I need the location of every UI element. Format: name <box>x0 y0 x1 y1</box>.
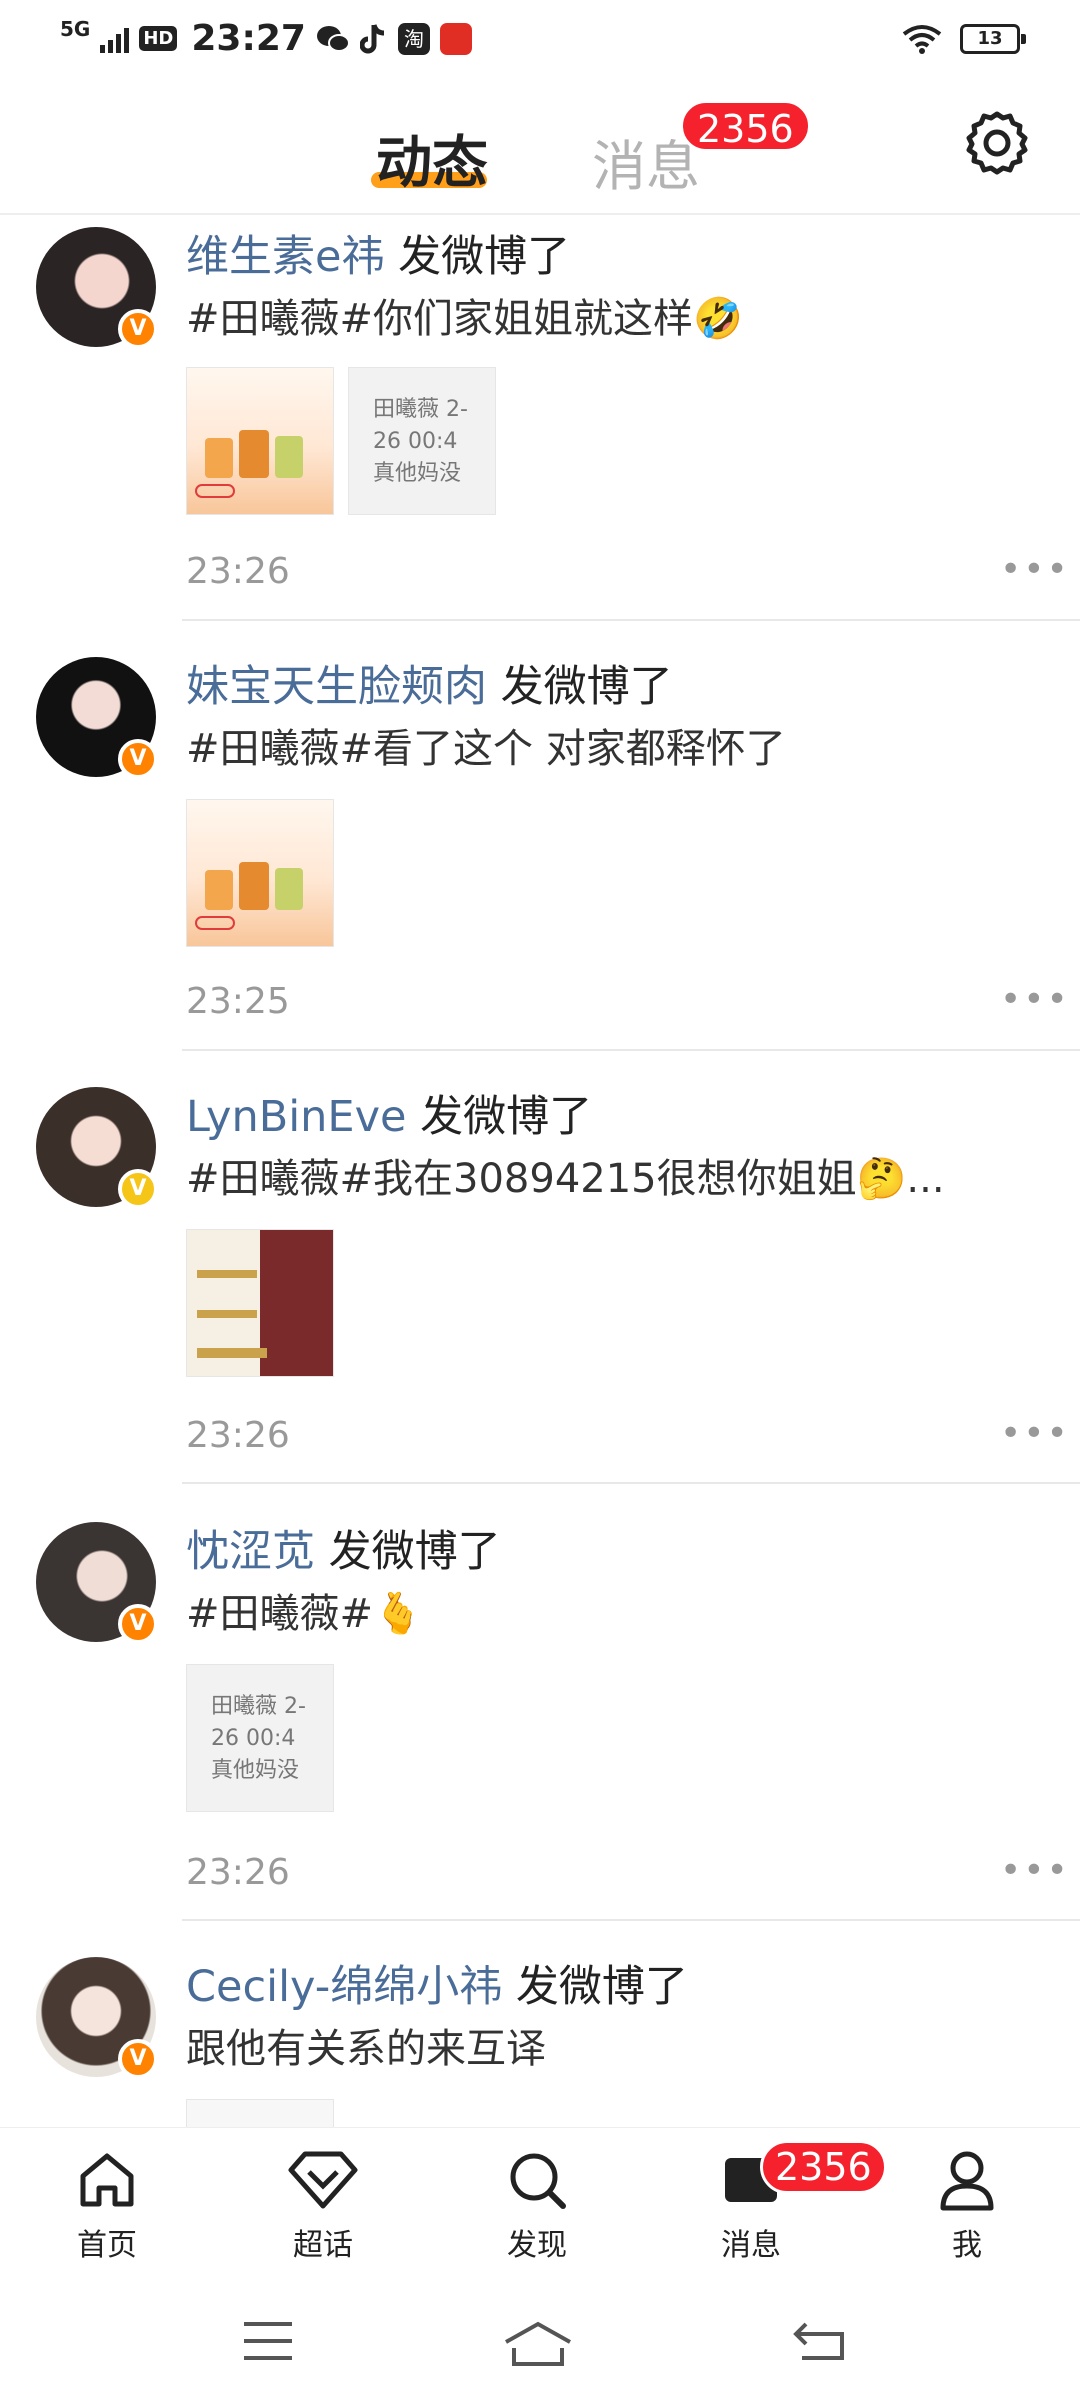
home-icon <box>80 2153 134 2207</box>
post-image[interactable] <box>186 799 334 947</box>
top-header: 动态 消息 2356 <box>0 80 1080 215</box>
feed-list[interactable]: V 维生素e祎 发微博了 #田曦薇#你们家姐姐就这样🤣 田曦薇 2-26 00:… <box>0 217 1080 2127</box>
post-image[interactable] <box>186 367 334 515</box>
post-time: 23:26 <box>186 1415 290 1456</box>
post-text[interactable]: #田曦薇#我在30894215很想你姐姐🤔... <box>186 1153 945 1205</box>
nav-discover[interactable]: 发现 <box>472 2148 602 2264</box>
nav-home[interactable]: 首页 <box>42 2148 172 2264</box>
nav-me[interactable]: 我 <box>902 2148 1032 2264</box>
battery-icon: 13 <box>960 24 1026 54</box>
verified-badge: V <box>118 2039 158 2079</box>
more-options-icon[interactable]: ••• <box>1000 979 1070 1020</box>
post-action: 发微博了 <box>328 1527 501 1577</box>
nav-messages[interactable]: 2356 消息 <box>686 2140 887 2264</box>
thumb-caption: 田曦薇 2-26 00:4 真他妈没 <box>373 397 468 486</box>
home-button-icon[interactable] <box>500 2318 576 2368</box>
tiktok-icon <box>359 23 385 53</box>
post-time: 23:25 <box>186 981 290 1022</box>
diamond-icon <box>288 2151 358 2209</box>
thumb-caption: 田曦薇 2-26 00:4 真他妈没 <box>211 1694 306 1783</box>
more-options-icon[interactable]: ••• <box>1000 1413 1070 1454</box>
more-options-icon[interactable]: ••• <box>1000 1850 1070 1891</box>
post-header: 维生素e祎 发微博了 <box>186 231 570 283</box>
post-image[interactable]: 田曦薇 2-26 00:4 真他妈没 <box>348 367 496 515</box>
post-action: 发微博了 <box>420 1092 593 1142</box>
network-type: 5G <box>60 16 91 41</box>
nav-messages-label: 消息 <box>721 2228 781 2263</box>
avatar[interactable]: V <box>36 657 158 779</box>
nav-discover-label: 发现 <box>507 2228 567 2263</box>
bottom-nav: 首页 超话 发现 2356 消息 我 <box>0 2127 1080 2287</box>
username-link[interactable]: LynBinEve <box>186 1092 406 1142</box>
post-image[interactable]: 田曦薇 2-26 00:4 真他妈没 <box>186 1664 334 1812</box>
avatar[interactable]: V <box>36 1522 158 1644</box>
post-text[interactable]: 跟他有关系的来互译 <box>186 2023 546 2075</box>
verified-badge: V <box>118 309 158 349</box>
system-nav-bar <box>0 2288 1080 2408</box>
divider <box>182 1919 1080 1921</box>
post-action: 发微博了 <box>398 232 571 282</box>
nav-supertopic[interactable]: 超话 <box>258 2148 388 2264</box>
username-link[interactable]: 维生素e祎 <box>186 232 384 282</box>
divider <box>182 1049 1080 1051</box>
avatar[interactable]: V <box>36 227 158 349</box>
gear-icon[interactable] <box>962 108 1032 178</box>
pinduoduo-icon <box>439 22 472 55</box>
post-text[interactable]: #田曦薇#看了这个 对家都释怀了 <box>186 723 786 775</box>
verified-badge: V <box>118 1604 158 1644</box>
username-link[interactable]: 妹宝天生脸颊肉 <box>186 662 487 712</box>
nav-supertopic-label: 超话 <box>293 2228 353 2263</box>
divider <box>182 619 1080 621</box>
status-bar: 5G HD 23:27 淘 13 <box>0 0 1080 80</box>
verified-badge: V <box>118 739 158 779</box>
post-header: 忱涩苋 发微博了 <box>186 1526 501 1578</box>
post-images <box>186 799 334 947</box>
post-images <box>186 2099 334 2127</box>
signal-icon <box>100 25 130 53</box>
verified-badge: V <box>118 1169 158 1209</box>
user-icon <box>940 2151 994 2211</box>
post-time: 23:26 <box>186 551 290 592</box>
post-text[interactable]: #田曦薇#你们家姐姐就这样🤣 <box>186 293 743 345</box>
back-icon[interactable] <box>790 2318 850 2364</box>
post-image[interactable] <box>186 2099 334 2127</box>
wechat-icon <box>316 25 350 52</box>
tab-dynamics[interactable]: 动态 <box>376 118 488 199</box>
taobao-icon: 淘 <box>397 22 430 55</box>
avatar[interactable]: V <box>36 1087 158 1209</box>
post-action: 发微博了 <box>500 662 673 712</box>
post-image[interactable] <box>186 1229 334 1377</box>
post-header: 妹宝天生脸颊肉 发微博了 <box>186 661 673 713</box>
nav-home-label: 首页 <box>77 2228 137 2263</box>
post-header: LynBinEve 发微博了 <box>186 1091 592 1143</box>
nav-me-label: 我 <box>952 2228 982 2263</box>
username-link[interactable]: Cecily-绵绵小祎 <box>186 1962 502 2012</box>
clock: 23:27 <box>191 18 306 59</box>
post-images: 田曦薇 2-26 00:4 真他妈没 <box>186 1664 334 1812</box>
avatar[interactable]: V <box>36 1957 158 2079</box>
post-images: 田曦薇 2-26 00:4 真他妈没 <box>186 367 496 515</box>
post-time: 23:26 <box>186 1852 290 1893</box>
menu-icon[interactable] <box>240 2318 296 2364</box>
more-options-icon[interactable]: ••• <box>1000 549 1070 590</box>
post-text[interactable]: #田曦薇#🫰 <box>186 1588 423 1640</box>
nav-messages-badge: 2356 <box>760 2140 887 2194</box>
hd-icon: HD <box>139 26 178 51</box>
wifi-icon <box>902 25 942 54</box>
username-link[interactable]: 忱涩苋 <box>186 1527 315 1577</box>
post-images <box>186 1229 334 1377</box>
messages-badge: 2356 <box>680 100 811 152</box>
divider <box>182 1482 1080 1484</box>
post-action: 发微博了 <box>515 1962 688 2012</box>
search-icon <box>510 2153 566 2209</box>
post-header: Cecily-绵绵小祎 发微博了 <box>186 1961 688 2013</box>
